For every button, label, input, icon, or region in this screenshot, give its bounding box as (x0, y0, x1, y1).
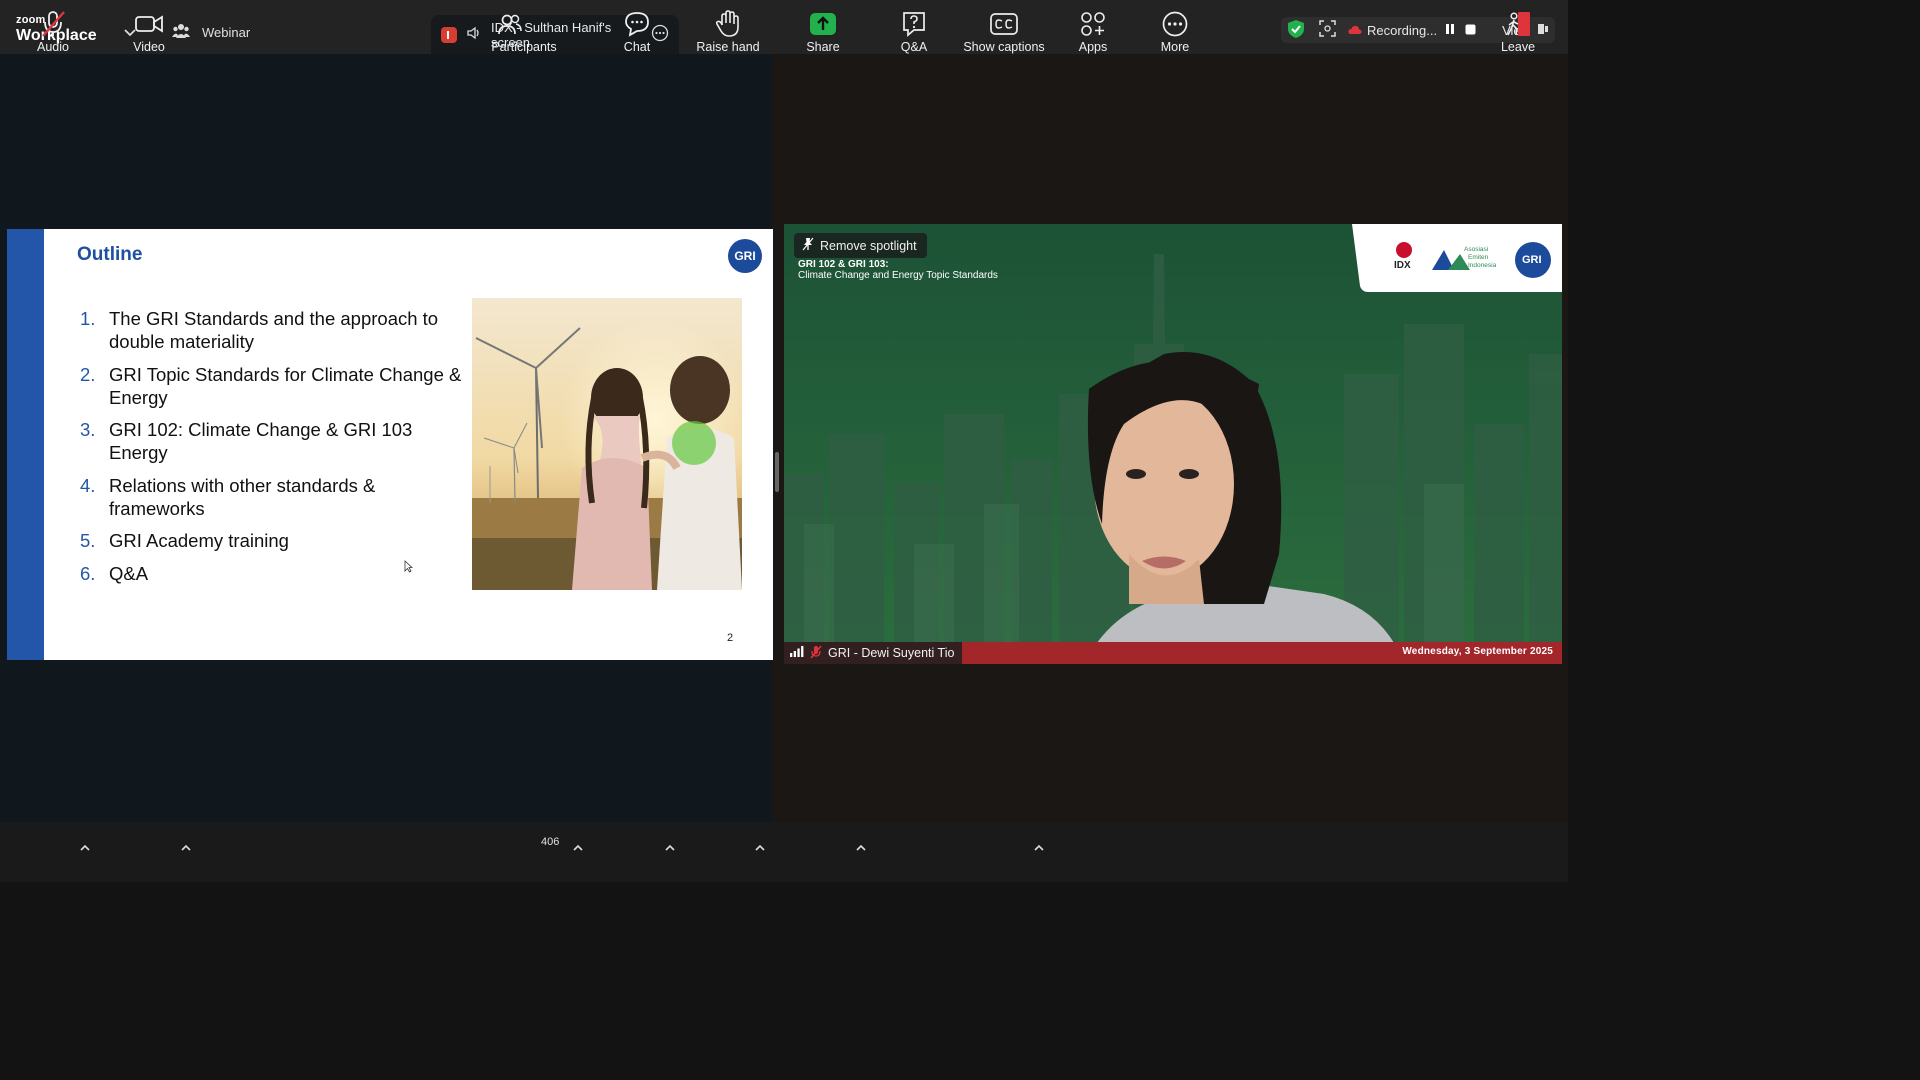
qa-button[interactable]: Q&A (892, 0, 936, 60)
outline-item: 5. GRI Academy training (77, 529, 467, 552)
gri-logo: GRI (728, 239, 762, 273)
muted-microphone-icon (40, 9, 66, 39)
slide-accent-bar (7, 229, 44, 660)
participants-button[interactable]: Participants (484, 0, 564, 60)
split-view-handle[interactable] (775, 452, 779, 492)
outline-item-text: GRI Topic Standards for Climate Change &… (109, 363, 462, 408)
aei-logo-text-1: Asosiasi (1464, 246, 1489, 253)
chat-bubble-icon (624, 9, 650, 39)
share-screen-icon (441, 26, 457, 43)
aei-logo-text-3: Indonesia (1468, 262, 1497, 269)
cloud-record-icon (1348, 23, 1362, 38)
gri-video-logo-text: GRI (1522, 254, 1542, 266)
outline-list: 1. The GRI Standards and the approach to … (77, 307, 467, 594)
pin-icon (802, 237, 814, 254)
outline-item-number: 2. (80, 363, 96, 385)
shared-slide: Outline GRI 1. The GRI Standards and the … (7, 229, 773, 660)
audio-options-caret-icon[interactable] (80, 838, 90, 856)
chat-options-caret-icon[interactable] (665, 838, 675, 856)
video-camera-icon (135, 9, 163, 39)
video-label: Video (133, 40, 165, 54)
focus-mode-icon[interactable] (1319, 20, 1336, 40)
recording-indicator[interactable]: Recording... (1348, 23, 1437, 38)
banner-line-2: Climate Change and Energy Topic Standard… (798, 270, 998, 281)
participant-name: GRI - Dewi Suyenti Tio (828, 646, 955, 660)
outline-item-number: 5. (80, 530, 96, 551)
audio-button[interactable]: Audio (26, 0, 80, 60)
recording-label: Recording... (1367, 22, 1438, 38)
outline-item-text: Q&A (109, 562, 149, 584)
muted-mic-icon (810, 645, 822, 662)
show-captions-button[interactable]: Show captions (958, 0, 1050, 60)
outline-item-number: 6. (80, 562, 96, 584)
outline-item-text: GRI 102: Climate Change & GRI 103 Energy (109, 419, 413, 463)
stop-icon[interactable] (1465, 23, 1476, 38)
top-bar: zoom Workplace Webinar IDX - Sulthan Han… (0, 0, 1568, 54)
raise-hand-icon (716, 9, 740, 39)
banner-line-1: GRI 102 & GRI 103: (798, 259, 889, 270)
raise-hand-label: Raise hand (696, 40, 760, 54)
reactions-caret-icon[interactable] (755, 838, 765, 856)
webinar-indicator[interactable]: Webinar (172, 23, 250, 42)
outline-item-text: The GRI Standards and the approach to do… (109, 308, 439, 352)
aei-logo-text-2: Emiten (1468, 254, 1489, 261)
leave-door-icon (1505, 9, 1531, 39)
outline-item: 3. GRI 102: Climate Change & GRI 103 Ener… (77, 418, 467, 464)
more-button[interactable]: More (1152, 0, 1198, 60)
participant-name-tag: GRI - Dewi Suyenti Tio (784, 642, 963, 664)
outline-item-text: Relations with other standards & framewo… (109, 474, 376, 519)
leave-button[interactable]: Leave (1496, 0, 1540, 60)
video-button[interactable]: Video (122, 0, 176, 60)
meeting-toolbar (0, 822, 1568, 882)
question-bubble-icon (902, 9, 926, 39)
raise-hand-button[interactable]: Raise hand (693, 0, 763, 60)
outline-item-number: 1. (80, 308, 96, 329)
apps-grid-icon (1080, 9, 1106, 39)
share-label: Share (806, 40, 840, 54)
chat-label: Chat (623, 40, 651, 54)
chat-button[interactable]: Chat (612, 0, 662, 60)
participants-options-caret-icon[interactable] (573, 838, 583, 856)
sponsor-logos-panel: IDX Asosiasi Emiten Indonesia GRI (1352, 224, 1562, 292)
share-screen-icon (810, 9, 836, 39)
apps-label: Apps (1078, 40, 1108, 54)
webinar-date: Wednesday, 3 September 2025 (1402, 646, 1553, 657)
captions-options-caret-icon[interactable] (1034, 838, 1044, 856)
apps-button[interactable]: Apps (1072, 0, 1114, 60)
idx-logo-text: IDX (1394, 260, 1411, 271)
wind-turbines-photo (472, 298, 742, 590)
webinar-banner-title: GRI 102 & GRI 103: Climate Change and En… (798, 259, 998, 281)
participants-count: 406 (541, 836, 560, 848)
signal-strength-icon (790, 646, 804, 660)
audio-label: Audio (37, 40, 69, 54)
participant-video-tile[interactable]: Remove spotlight GRI 102 & GRI 103: Clim… (784, 224, 1562, 664)
outline-item: 2. GRI Topic Standards for Climate Change… (77, 363, 467, 409)
speaker-icon[interactable] (467, 26, 481, 43)
share-options-caret-icon[interactable] (856, 838, 866, 856)
closed-captions-icon (990, 9, 1018, 39)
qa-label: Q&A (900, 40, 928, 54)
webinar-label: Webinar (202, 25, 251, 40)
share-button[interactable]: Share (799, 0, 847, 60)
participants-icon (498, 9, 522, 39)
mouse-cursor-icon (404, 560, 414, 578)
leave-label: Leave (1500, 40, 1536, 54)
outline-item: 4. Relations with other standards & frame… (77, 474, 467, 520)
outline-item-number: 3. (80, 419, 96, 440)
participants-label: Participants (491, 40, 557, 54)
shield-icon[interactable] (1287, 19, 1305, 42)
remove-spotlight-button[interactable]: Remove spotlight (794, 233, 927, 258)
outline-item: 1. The GRI Standards and the approach to … (77, 307, 467, 353)
more-dots-icon (1162, 9, 1188, 39)
slide-page-number: 2 (727, 632, 734, 644)
show-captions-label: Show captions (963, 40, 1045, 54)
slide-title: Outline (77, 244, 143, 265)
outline-item-number: 4. (80, 474, 96, 496)
pause-icon[interactable] (1445, 23, 1455, 38)
outline-item-text: GRI Academy training (109, 530, 289, 551)
remove-spotlight-label: Remove spotlight (820, 238, 917, 253)
more-label: More (1160, 40, 1190, 54)
video-options-caret-icon[interactable] (181, 838, 191, 856)
